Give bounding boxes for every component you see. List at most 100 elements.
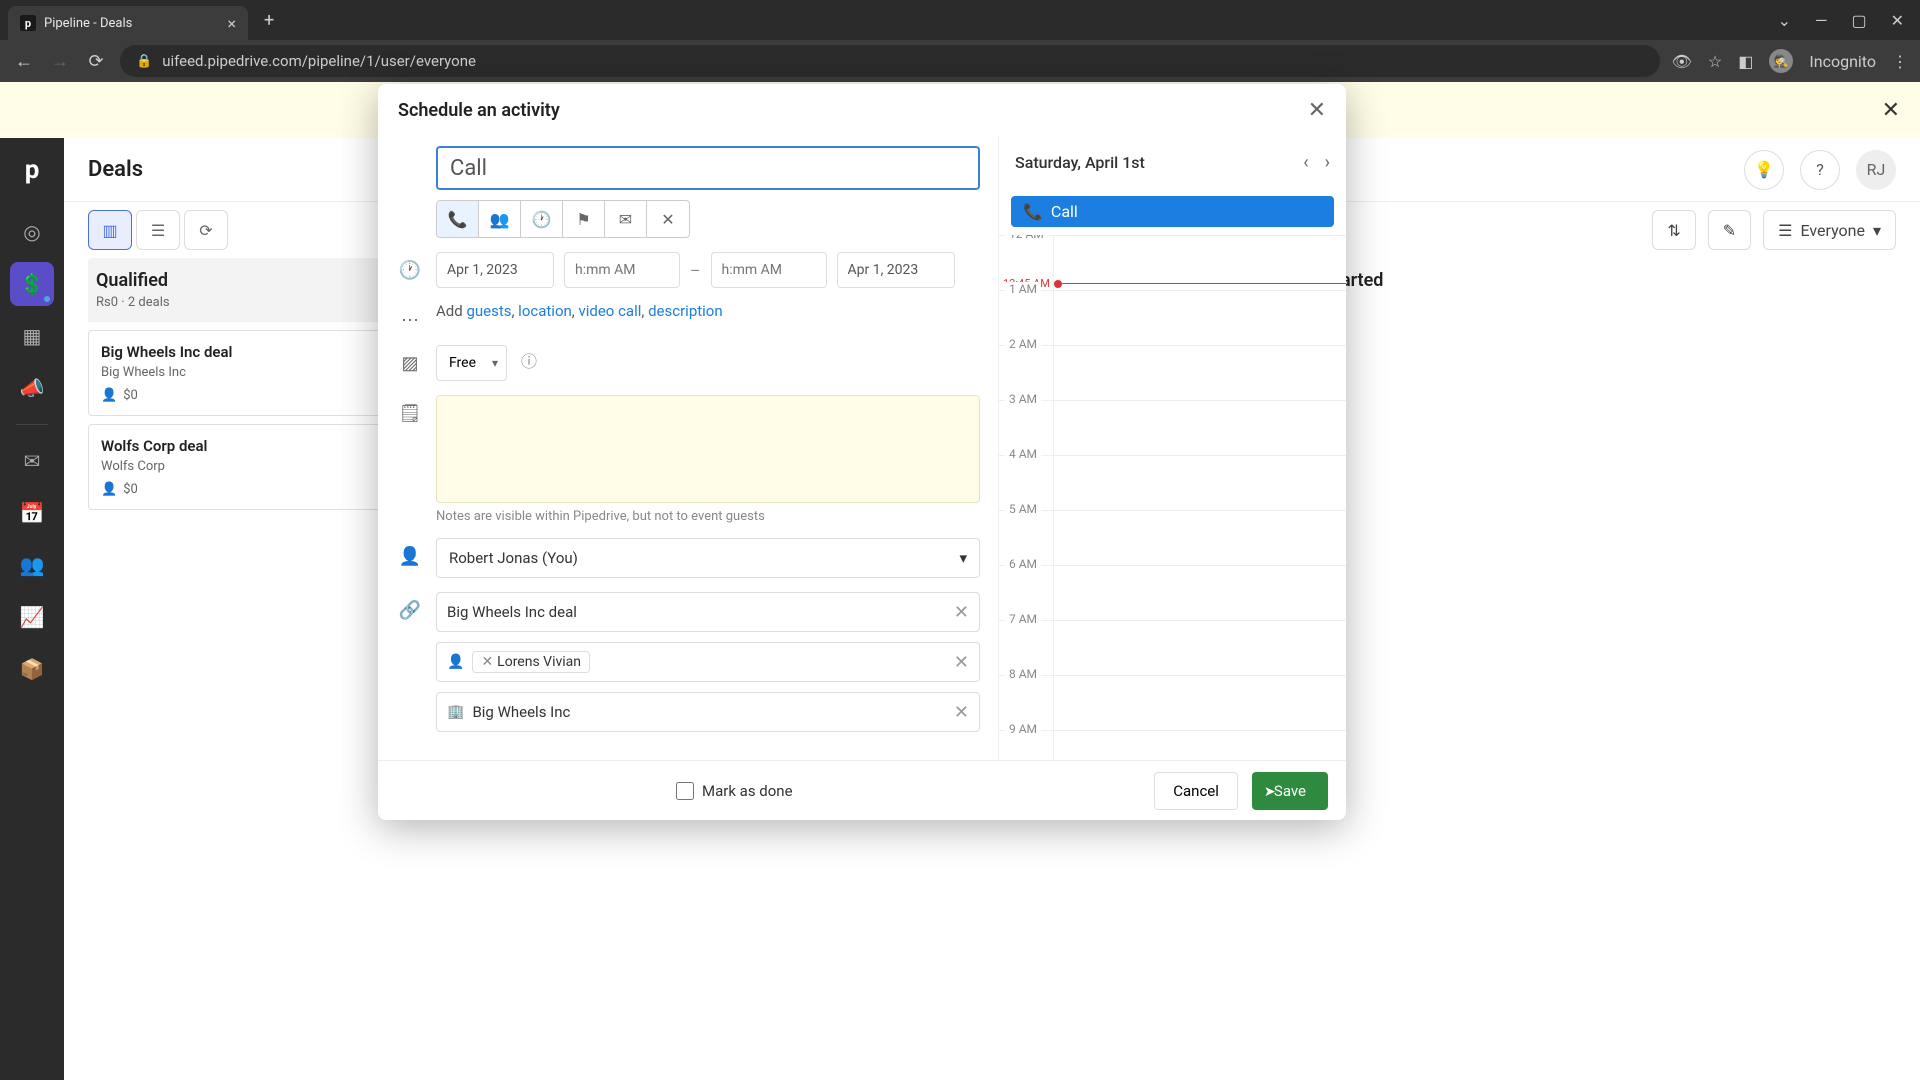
new-tab-button[interactable]: + [264,10,274,31]
maximize-icon[interactable]: ▢ [1851,11,1866,30]
note-icon: 🗒 [398,395,422,424]
calendar-hour-row[interactable]: 2 AM [999,345,1346,400]
phone-icon: 📞 [1023,202,1043,221]
add-links-row: Add guests, location, video call, descri… [436,302,980,320]
link-icon: 🔗 [398,592,422,621]
calendar-hour-row[interactable]: 9 AM [999,730,1346,760]
calendar-hour-row[interactable]: 5 AM [999,510,1346,565]
start-time-input[interactable] [564,252,680,288]
linked-person-input[interactable]: 👤 ✕Lorens Vivian ✕ [436,642,980,682]
hour-label: 5 AM [1005,502,1041,516]
browser-tab[interactable]: p Pipeline - Deals × [8,6,248,40]
calendar-hour-row[interactable]: 4 AM [999,455,1346,510]
availability-select[interactable]: Free▾ [436,345,507,381]
info-icon[interactable]: ⓘ [521,352,537,371]
lock-icon: 🔒 [136,54,152,69]
menu-icon[interactable]: ⋮ [1892,52,1908,71]
notes-hint: Notes are visible within Pipedrive, but … [436,509,980,524]
hour-label: 7 AM [1005,612,1041,626]
incognito-icon: 🕵 [1769,49,1793,73]
star-icon[interactable]: ☆ [1708,52,1722,71]
chevron-down-icon: ▾ [492,356,498,370]
clear-icon[interactable]: ✕ [954,702,969,723]
hour-label: 2 AM [1005,337,1041,351]
chip-remove-icon[interactable]: ✕ [481,654,493,670]
incognito-label: Incognito [1809,52,1876,71]
time-separator: – [690,261,701,280]
modal-overlay: Schedule an activity ✕ 📞 👥 🕐 ⚑ [0,82,1920,1080]
add-location-link[interactable]: location [518,302,572,320]
add-guests-link[interactable]: guests [466,302,511,320]
tab-close-icon[interactable]: × [227,14,236,33]
clear-icon[interactable]: ✕ [954,652,969,673]
browser-tab-strip: p Pipeline - Deals × + ⌄ — ▢ ✕ [0,0,1920,40]
calendar-panel: Saturday, April 1st ‹ › 📞 Call 12 AM 12:4… [998,136,1346,760]
start-date-input[interactable] [436,252,554,288]
notes-textarea[interactable] [436,395,980,503]
person-icon: 👤 [447,654,464,670]
window-controls: ⌄ — ▢ ✕ [1778,11,1920,30]
calendar-next-icon[interactable]: › [1325,152,1330,173]
forward-button: → [48,51,72,72]
linked-org-input[interactable]: 🏢 Big Wheels Inc ✕ [436,692,980,732]
activity-title-input[interactable] [436,146,980,190]
schedule-activity-modal: Schedule an activity ✕ 📞 👥 🕐 ⚑ [378,84,1346,820]
availability-icon: ▨ [398,345,422,374]
close-window-icon[interactable]: ✕ [1891,11,1904,30]
cancel-button[interactable]: Cancel [1154,772,1238,810]
user-icon: 👤 [398,538,422,567]
hour-label: 3 AM [1005,392,1041,406]
calendar-hour-row[interactable]: 3 AM [999,400,1346,455]
linked-deal-input[interactable]: Big Wheels Inc deal ✕ [436,592,980,632]
chevron-down-icon: ▾ [959,549,967,567]
clear-icon[interactable]: ✕ [954,602,969,623]
calendar-event-pill[interactable]: 📞 Call [1011,196,1334,227]
url-text: uifeed.pipedrive.com/pipeline/1/user/eve… [162,52,476,70]
modal-close-icon[interactable]: ✕ [1308,98,1326,123]
mark-as-done-checkbox[interactable]: Mark as done [676,782,793,800]
back-button[interactable]: ← [12,51,36,72]
calendar-grid[interactable]: 12 AM12:45 AM1 AM2 AM3 AM4 AM5 AM6 AM7 A… [999,235,1346,760]
end-time-input[interactable] [711,252,827,288]
tab-favicon: p [20,15,36,31]
hour-label: 4 AM [1005,447,1041,461]
calendar-hour-row[interactable]: 7 AM [999,620,1346,675]
calendar-hour-row[interactable]: 1 AM [999,290,1346,345]
hour-label: 1 AM [1005,282,1041,296]
hour-label: 6 AM [1005,557,1041,571]
clock-icon: 🕐 [398,252,422,281]
person-chip[interactable]: ✕Lorens Vivian [472,651,590,673]
chevron-down-icon[interactable]: ⌄ [1778,11,1791,30]
calendar-prev-icon[interactable]: ‹ [1303,152,1308,173]
building-icon: 🏢 [447,704,464,720]
type-lunch-icon[interactable]: ✕ [647,201,689,237]
save-button[interactable]: Save ➤ [1252,772,1328,810]
type-task-icon[interactable]: 🕐 [521,201,563,237]
add-video-call-link[interactable]: video call [578,302,641,320]
activity-type-tabs: 📞 👥 🕐 ⚑ ✉ ✕ [436,200,690,238]
type-call-icon[interactable]: 📞 [437,201,479,237]
calendar-date-label: Saturday, April 1st [1015,153,1145,172]
extensions-icon[interactable]: ◧ [1738,52,1753,71]
more-icon: ⋯ [398,302,422,331]
type-email-icon[interactable]: ✉ [605,201,647,237]
checkbox-input[interactable] [676,782,694,800]
now-indicator: 12:45 AM [999,277,1346,290]
add-description-link[interactable]: description [648,302,723,320]
reload-button[interactable]: ⟳ [84,51,108,72]
type-meeting-icon[interactable]: 👥 [479,201,521,237]
hour-label: 12 AM [1005,235,1048,241]
url-bar[interactable]: 🔒 uifeed.pipedrive.com/pipeline/1/user/e… [120,45,1660,77]
tab-title: Pipeline - Deals [44,16,219,31]
calendar-hour-row[interactable]: 6 AM [999,565,1346,620]
owner-select[interactable]: Robert Jonas (You)▾ [436,538,980,578]
type-deadline-icon[interactable]: ⚑ [563,201,605,237]
calendar-hour-row[interactable]: 8 AM [999,675,1346,730]
hour-label: 9 AM [1005,722,1041,736]
hour-label: 8 AM [1005,667,1041,681]
modal-title: Schedule an activity [398,100,560,121]
end-date-input[interactable] [837,252,955,288]
calendar-hour-row[interactable]: 12 AM 12:45 AM [999,235,1346,290]
minimize-icon[interactable]: — [1815,11,1828,30]
eye-off-icon[interactable]: 👁 [1672,52,1692,71]
